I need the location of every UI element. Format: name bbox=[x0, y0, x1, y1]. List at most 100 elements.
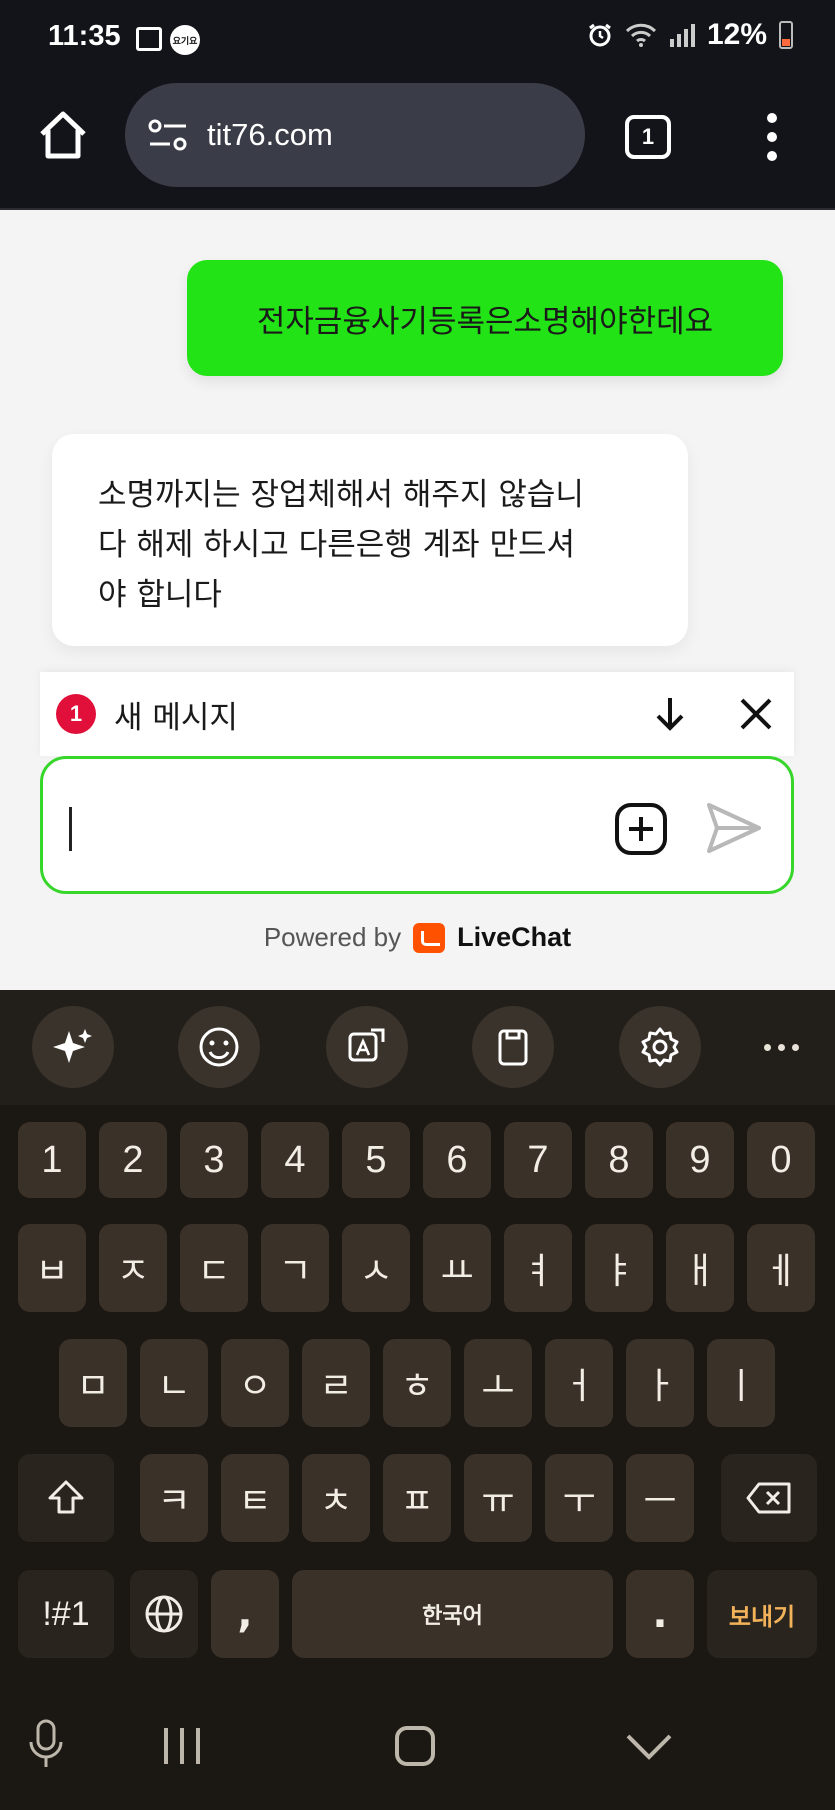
key-7[interactable]: 7 bbox=[504, 1122, 572, 1198]
shift-key[interactable] bbox=[18, 1454, 114, 1542]
tab-switcher-button[interactable]: 1 bbox=[625, 115, 671, 159]
key-jamo[interactable]: ㅛ bbox=[423, 1224, 491, 1312]
language-key[interactable] bbox=[130, 1570, 198, 1658]
clipboard-icon bbox=[498, 1029, 528, 1066]
key-jamo[interactable]: ㅋ bbox=[140, 1454, 208, 1542]
globe-icon bbox=[145, 1595, 183, 1633]
send-key[interactable]: 보내기 bbox=[707, 1570, 817, 1658]
more-options-icon[interactable] bbox=[764, 1044, 799, 1051]
microphone-icon bbox=[29, 1719, 63, 1767]
key-jamo[interactable]: ㅇ bbox=[221, 1339, 289, 1427]
on-screen-keyboard: 1 2 3 4 5 6 7 8 9 0 ㅂ ㅈ ㄷ ㄱ ㅅ ㅛ ㅕ ㅑ ㅐ ㅔ … bbox=[0, 990, 835, 1690]
key-jamo[interactable]: ㅜ bbox=[545, 1454, 613, 1542]
hide-keyboard-button[interactable] bbox=[624, 1724, 674, 1772]
key-5[interactable]: 5 bbox=[342, 1122, 410, 1198]
key-jamo[interactable]: ㅑ bbox=[585, 1224, 653, 1312]
key-jamo[interactable]: ㅕ bbox=[504, 1224, 572, 1312]
key-4[interactable]: 4 bbox=[261, 1122, 329, 1198]
ai-sparkle-button[interactable] bbox=[32, 1006, 114, 1088]
key-jamo[interactable]: ㅗ bbox=[464, 1339, 532, 1427]
signal-icon bbox=[669, 23, 695, 47]
backspace-icon bbox=[746, 1482, 791, 1514]
key-jamo[interactable]: ㅏ bbox=[626, 1339, 694, 1427]
plus-square-icon bbox=[615, 803, 667, 855]
menu-dot bbox=[767, 132, 777, 142]
key-jamo[interactable]: ㅌ bbox=[221, 1454, 289, 1542]
message-input[interactable] bbox=[77, 789, 617, 867]
clipboard-button[interactable] bbox=[472, 1006, 554, 1088]
emoji-icon bbox=[199, 1027, 239, 1067]
gallery-notification-icon bbox=[136, 27, 162, 51]
new-message-count-badge: 1 bbox=[56, 694, 96, 734]
close-icon bbox=[740, 698, 772, 730]
key-jamo[interactable]: ㅅ bbox=[342, 1224, 410, 1312]
backspace-key[interactable] bbox=[721, 1454, 817, 1542]
key-jamo[interactable]: ㅁ bbox=[59, 1339, 127, 1427]
battery-percent: 12% bbox=[706, 18, 767, 51]
key-jamo[interactable]: ㅊ bbox=[302, 1454, 370, 1542]
text-caret bbox=[69, 807, 72, 851]
key-jamo[interactable]: ㅡ bbox=[626, 1454, 694, 1542]
add-attachment-button[interactable] bbox=[613, 801, 669, 857]
key-jamo[interactable]: ㅂ bbox=[18, 1224, 86, 1312]
send-message-button[interactable] bbox=[703, 799, 763, 857]
powered-by-footer[interactable]: Powered by LiveChat bbox=[0, 922, 835, 953]
alarm-icon bbox=[587, 22, 613, 48]
key-jamo[interactable]: ㄹ bbox=[302, 1339, 370, 1427]
address-bar[interactable]: tit76.com bbox=[125, 83, 585, 187]
recent-apps-button[interactable] bbox=[160, 1724, 204, 1772]
key-jamo[interactable]: ㅍ bbox=[383, 1454, 451, 1542]
menu-dot bbox=[767, 151, 777, 161]
key-jamo[interactable]: ㄷ bbox=[180, 1224, 248, 1312]
home-button[interactable] bbox=[36, 108, 90, 162]
voice-input-button[interactable] bbox=[26, 1718, 66, 1776]
symbols-key[interactable]: !#1 bbox=[18, 1570, 114, 1658]
agent-message-bubble: 소명까지는 장업체해서 해주지 않습니 다 해제 하시고 다른은행 계좌 만드셔… bbox=[52, 434, 688, 646]
emoji-button[interactable] bbox=[178, 1006, 260, 1088]
key-8[interactable]: 8 bbox=[585, 1122, 653, 1198]
keyboard-settings-button[interactable] bbox=[619, 1006, 701, 1088]
new-message-label: 새 메시지 bbox=[114, 699, 238, 736]
space-key[interactable]: 한국어 bbox=[292, 1570, 613, 1658]
settings-icon bbox=[641, 1027, 679, 1067]
new-message-banner[interactable]: 1 새 메시지 bbox=[40, 672, 794, 756]
user-message-bubble: 전자금융사기등록은소명해야한데요 bbox=[187, 260, 783, 376]
key-jamo[interactable]: ㄴ bbox=[140, 1339, 208, 1427]
browser-toolbar: tit76.com 1 bbox=[0, 80, 835, 210]
scroll-to-new-button[interactable] bbox=[648, 692, 692, 736]
translate-icon bbox=[348, 1028, 385, 1062]
send-icon bbox=[707, 803, 761, 853]
key-0[interactable]: 0 bbox=[747, 1122, 815, 1198]
key-6[interactable]: 6 bbox=[423, 1122, 491, 1198]
key-jamo[interactable]: ㅐ bbox=[666, 1224, 734, 1312]
livechat-brand: LiveChat bbox=[457, 922, 572, 952]
key-jamo[interactable]: ㄱ bbox=[261, 1224, 329, 1312]
browser-menu-button[interactable] bbox=[760, 113, 784, 161]
key-jamo[interactable]: ㅎ bbox=[383, 1339, 451, 1427]
key-3[interactable]: 3 bbox=[180, 1122, 248, 1198]
key-1[interactable]: 1 bbox=[18, 1122, 86, 1198]
key-9[interactable]: 9 bbox=[666, 1122, 734, 1198]
key-jamo[interactable]: ㅓ bbox=[545, 1339, 613, 1427]
agent-message-line: 다 해제 하시고 다른은행 계좌 만드셔 bbox=[98, 527, 576, 563]
status-bar: 11:35 요기요 12% bbox=[0, 0, 835, 80]
translate-button[interactable] bbox=[326, 1006, 408, 1088]
home-square-icon bbox=[395, 1726, 435, 1766]
key-jamo[interactable]: ㅣ bbox=[707, 1339, 775, 1427]
site-settings-icon[interactable] bbox=[147, 118, 189, 152]
key-2[interactable]: 2 bbox=[99, 1122, 167, 1198]
powered-by-text: Powered by bbox=[263, 922, 402, 952]
key-jamo[interactable]: ㅠ bbox=[464, 1454, 532, 1542]
key-jamo[interactable]: ㅔ bbox=[747, 1224, 815, 1312]
comma-key[interactable]: , bbox=[211, 1570, 279, 1658]
key-jamo[interactable]: ㅈ bbox=[99, 1224, 167, 1312]
home-nav-button[interactable] bbox=[393, 1724, 437, 1772]
url-text[interactable]: tit76.com bbox=[207, 117, 333, 153]
agent-message-line: 야 합니다 bbox=[98, 577, 222, 613]
menu-dot bbox=[767, 113, 777, 123]
keyboard-toolbar bbox=[0, 990, 835, 1105]
status-icons: 12% bbox=[587, 18, 793, 52]
period-key[interactable]: . bbox=[626, 1570, 694, 1658]
message-composer[interactable] bbox=[40, 756, 794, 894]
close-banner-button[interactable] bbox=[734, 692, 778, 736]
